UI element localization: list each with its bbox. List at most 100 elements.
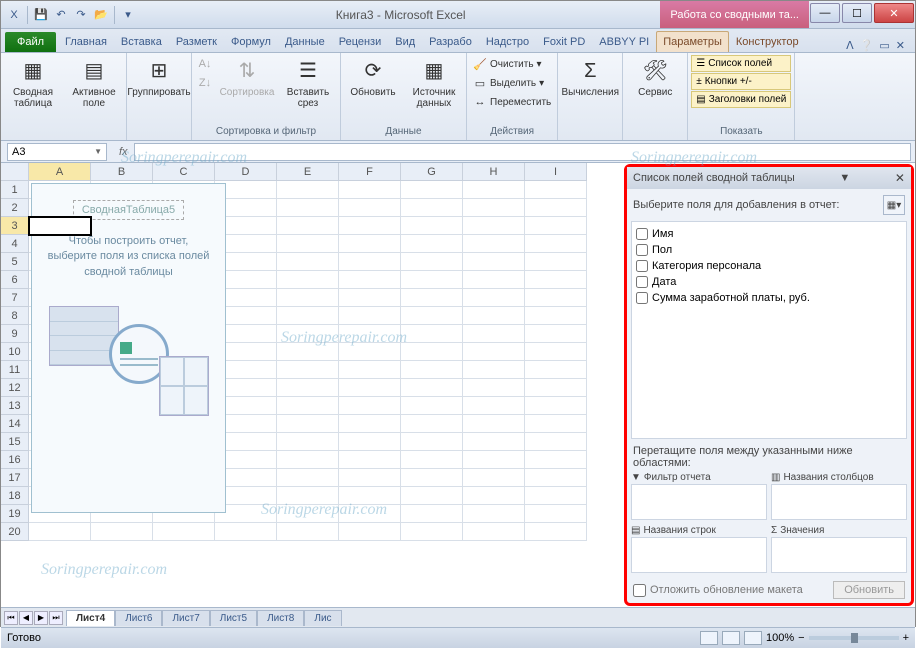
cell[interactable]	[401, 469, 463, 487]
zoom-level[interactable]: 100%	[766, 632, 794, 644]
cell[interactable]	[463, 523, 525, 541]
sort-az-button[interactable]: A↓	[195, 55, 215, 73]
tab-developer[interactable]: Разрабо	[422, 31, 479, 52]
sheet-tab-active[interactable]: Лист4	[66, 610, 115, 626]
cell[interactable]	[525, 181, 587, 199]
tab-review[interactable]: Рецензи	[332, 31, 389, 52]
cell[interactable]	[29, 523, 91, 541]
column-header[interactable]: I	[525, 163, 587, 181]
zone-filter-box[interactable]	[631, 484, 767, 520]
sheet-tab[interactable]: Лист8	[257, 610, 304, 626]
column-header[interactable]: F	[339, 163, 401, 181]
tab-pivot-options[interactable]: Параметры	[656, 31, 729, 52]
cell[interactable]	[401, 361, 463, 379]
cell[interactable]	[277, 235, 339, 253]
cell[interactable]	[91, 523, 153, 541]
row-header[interactable]: 4	[1, 235, 29, 253]
tab-home[interactable]: Главная	[58, 31, 114, 52]
field-item[interactable]: Имя	[636, 226, 902, 242]
cell[interactable]	[339, 415, 401, 433]
tab-data[interactable]: Данные	[278, 31, 332, 52]
cell[interactable]	[525, 217, 587, 235]
cell[interactable]	[277, 325, 339, 343]
column-header[interactable]: B	[91, 163, 153, 181]
insert-slicer-button[interactable]: ☰Вставить срез	[279, 55, 337, 111]
zoom-in-button[interactable]: +	[903, 632, 909, 644]
sheet-nav-last[interactable]: ⏭	[49, 611, 63, 625]
cell[interactable]	[401, 379, 463, 397]
cell[interactable]	[463, 415, 525, 433]
cell[interactable]	[525, 307, 587, 325]
column-header[interactable]: C	[153, 163, 215, 181]
cell[interactable]	[463, 217, 525, 235]
cell[interactable]	[339, 361, 401, 379]
cell[interactable]	[401, 307, 463, 325]
zone-rows-box[interactable]	[631, 537, 767, 573]
cell[interactable]	[401, 505, 463, 523]
cell[interactable]	[463, 307, 525, 325]
fieldlist-dropdown-icon[interactable]: ▼	[839, 172, 850, 184]
formula-input[interactable]	[134, 143, 911, 161]
undo-icon[interactable]: ↶	[52, 6, 70, 24]
fieldlist-layout-button[interactable]: ▦▾	[883, 195, 905, 215]
cell[interactable]	[525, 343, 587, 361]
sheet-tab[interactable]: Лист7	[162, 610, 209, 626]
select-button[interactable]: ▭Выделить ▾	[470, 74, 554, 92]
view-normal-button[interactable]	[700, 631, 718, 645]
zoom-slider[interactable]	[809, 636, 899, 640]
cell[interactable]	[277, 181, 339, 199]
select-all-corner[interactable]	[1, 163, 29, 181]
maximize-button[interactable]: ☐	[842, 3, 872, 23]
field-item[interactable]: Категория персонала	[636, 258, 902, 274]
move-button[interactable]: ↔Переместить	[470, 93, 554, 111]
view-pagelayout-button[interactable]	[722, 631, 740, 645]
cell[interactable]	[525, 433, 587, 451]
cell[interactable]	[463, 361, 525, 379]
cell[interactable]	[401, 217, 463, 235]
cell[interactable]	[277, 469, 339, 487]
cell[interactable]	[339, 451, 401, 469]
cell[interactable]	[277, 361, 339, 379]
cell[interactable]	[339, 397, 401, 415]
cell[interactable]	[339, 523, 401, 541]
tab-addins[interactable]: Надстро	[479, 31, 536, 52]
row-header[interactable]: 12	[1, 379, 29, 397]
row-header[interactable]: 16	[1, 451, 29, 469]
tab-formulas[interactable]: Формул	[224, 31, 278, 52]
minimize-button[interactable]: —	[810, 3, 840, 23]
cell[interactable]	[339, 307, 401, 325]
cell[interactable]	[277, 253, 339, 271]
cell[interactable]	[525, 469, 587, 487]
row-header[interactable]: 3	[1, 217, 29, 235]
row-header[interactable]: 15	[1, 433, 29, 451]
view-pagebreak-button[interactable]	[744, 631, 762, 645]
cell[interactable]	[463, 505, 525, 523]
cell[interactable]	[463, 451, 525, 469]
zone-columns-box[interactable]	[771, 484, 907, 520]
cell[interactable]	[525, 379, 587, 397]
column-header[interactable]: A	[29, 163, 91, 181]
row-header[interactable]: 10	[1, 343, 29, 361]
cell[interactable]	[525, 253, 587, 271]
row-header[interactable]: 19	[1, 505, 29, 523]
cell[interactable]	[401, 343, 463, 361]
sort-button[interactable]: ⇅Сортировка	[218, 55, 276, 100]
cell[interactable]	[463, 343, 525, 361]
cell[interactable]	[339, 325, 401, 343]
cell[interactable]	[339, 505, 401, 523]
sort-za-button[interactable]: Z↓	[195, 74, 215, 92]
row-header[interactable]: 17	[1, 469, 29, 487]
row-header[interactable]: 20	[1, 523, 29, 541]
cell[interactable]	[401, 253, 463, 271]
cell[interactable]	[401, 451, 463, 469]
cell[interactable]	[463, 325, 525, 343]
cell[interactable]	[277, 289, 339, 307]
cell[interactable]	[277, 451, 339, 469]
column-header[interactable]: D	[215, 163, 277, 181]
cell[interactable]	[463, 433, 525, 451]
sheet-tab[interactable]: Лис	[304, 610, 341, 626]
cell[interactable]	[463, 469, 525, 487]
tab-view[interactable]: Вид	[388, 31, 422, 52]
row-header[interactable]: 18	[1, 487, 29, 505]
help-icon[interactable]: ❔	[860, 39, 874, 52]
